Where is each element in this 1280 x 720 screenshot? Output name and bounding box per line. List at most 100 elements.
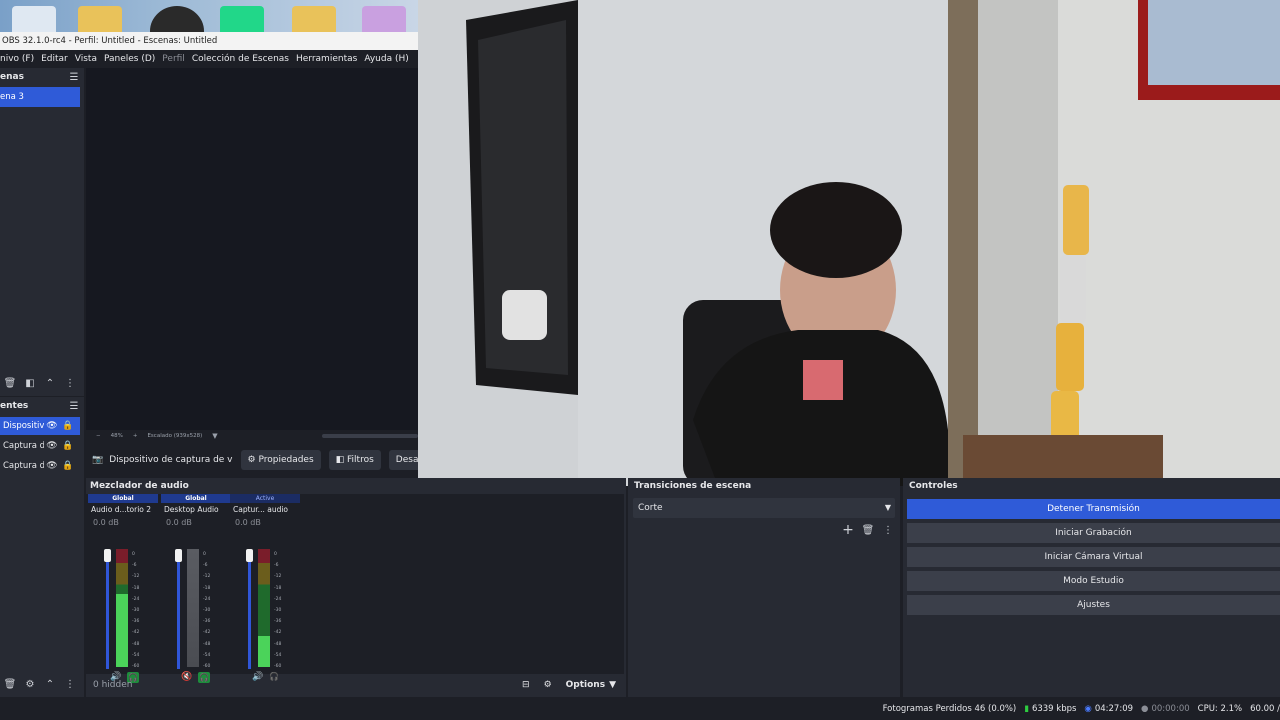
source-label: Captura d (3, 441, 44, 451)
folder-icon[interactable] (292, 6, 336, 32)
folder-icon[interactable] (78, 6, 122, 32)
eye-icon[interactable]: 👁 (44, 461, 60, 471)
preview-canvas[interactable] (86, 68, 418, 430)
layout-icon[interactable]: ⊟ (522, 680, 530, 690)
menu-edit[interactable]: Editar (41, 54, 68, 64)
bitrate: 6339 kbps (1031, 704, 1077, 714)
more-icon[interactable]: ⋮ (878, 522, 898, 538)
meter-scale: 0 -6 -12 -18 -24 -30 -36 -42 -48 -54 -60 (274, 549, 288, 672)
source-item[interactable]: Dispositiv 👁 🔒 (0, 417, 80, 435)
options-button[interactable]: Options (566, 680, 605, 690)
properties-label: Propiedades (258, 455, 314, 465)
meter-tick-label: -24 (274, 596, 282, 602)
audio-channel: Global Audio d...torio 2 0.0 dB 0 -6 -12 -1… (88, 494, 158, 683)
menu-view[interactable]: Vista (75, 54, 97, 64)
source-item[interactable]: Captura d 👁 🔒 (0, 457, 80, 475)
menu-help[interactable]: Ayuda (H) (364, 54, 408, 64)
source-label: Dispositiv (3, 421, 44, 431)
eye-icon[interactable]: 👁 (44, 441, 60, 451)
channel-tag: Global (161, 494, 231, 503)
chevron-up-icon[interactable]: ⌃ (40, 676, 60, 692)
lock-icon[interactable]: 🔒 (60, 421, 76, 431)
meter-tick-label: -48 (274, 641, 282, 647)
meter-tick-label: -60 (203, 663, 211, 669)
menu-docks[interactable]: Paneles (D) (104, 54, 155, 64)
volume-fader[interactable] (177, 551, 180, 669)
channel-name[interactable]: Captur... audio (230, 503, 300, 517)
obs-icon[interactable] (150, 6, 204, 32)
record-time: 00:00:00 (1151, 704, 1190, 714)
dock-menu-icon[interactable]: ☰ (64, 398, 84, 414)
menu-profile[interactable]: Perfil (162, 54, 185, 64)
meter-tick-label: -36 (132, 619, 140, 625)
start-recording-button[interactable]: Iniciar Grabación (907, 523, 1280, 543)
webcam-feed (418, 0, 1280, 486)
recycle-bin-icon[interactable] (12, 6, 56, 32)
meter-tick-label: 0 (274, 552, 277, 557)
pycharm-icon[interactable] (220, 6, 264, 32)
meter-tick-label: -12 (203, 574, 211, 580)
lock-icon[interactable]: 🔒 (60, 441, 76, 451)
properties-button[interactable]: ⚙ Propiedades (240, 450, 321, 470)
meter-tick-label: -12 (274, 574, 282, 580)
channel-name[interactable]: Audio d...torio 2 (88, 503, 158, 517)
menu-tools[interactable]: Herramientas (296, 54, 357, 64)
webcam-image (418, 0, 1280, 486)
menu-file[interactable]: nivo (F) (0, 54, 34, 64)
meter-tick-label: -30 (274, 607, 282, 613)
meter-scale: 0 -6 -12 -18 -24 -30 -36 -42 -48 -54 -60 (203, 549, 217, 672)
meter-tick-label: -48 (203, 641, 211, 647)
scaling-label: Escalado (939x528) (147, 433, 203, 439)
zoom-in-icon[interactable]: + (133, 433, 138, 439)
eye-icon[interactable]: 👁 (44, 421, 60, 431)
fader-handle[interactable] (246, 549, 253, 562)
filter-icon[interactable]: ◧ (20, 375, 40, 391)
chevron-down-icon: ▼ (884, 503, 891, 512)
meter-scale: 0 -6 -12 -18 -24 -30 -36 -42 -48 -54 -60 (132, 549, 146, 672)
studio-mode-button[interactable]: Modo Estudio (907, 571, 1280, 591)
meter-tick-label: -36 (203, 619, 211, 625)
app-icon[interactable] (362, 6, 406, 32)
transition-select[interactable]: Corte ▼ (633, 498, 895, 518)
trash-icon[interactable]: 🗑 (0, 375, 20, 391)
meter-tick-label: -60 (274, 663, 282, 669)
channel-name[interactable]: Desktop Audio (161, 503, 231, 517)
source-item[interactable]: Captura d 👁 🔒 (0, 437, 80, 455)
settings-button[interactable]: Ajustes (907, 595, 1280, 615)
chevron-up-icon[interactable]: ⌃ (40, 375, 60, 391)
lock-icon[interactable]: 🔒 (60, 461, 76, 471)
trash-icon[interactable]: 🗑 (0, 676, 20, 692)
trash-icon[interactable]: 🗑 (858, 522, 878, 538)
chevron-down-icon[interactable]: ▼ (609, 680, 616, 690)
meter-level-fill (264, 636, 270, 667)
filters-button[interactable]: ◧ Filtros (328, 450, 381, 470)
chevron-down-icon[interactable]: ▼ (212, 432, 217, 440)
status-bar: Fotogramas Perdidos 46 (0.0%) ▮ 6339 kbp… (0, 698, 1280, 720)
scenes-title: enas (0, 72, 24, 82)
zoom-out-icon[interactable]: − (96, 433, 101, 439)
fader-handle[interactable] (104, 549, 111, 562)
meter-tick-label: -60 (132, 663, 140, 669)
add-icon[interactable]: + (838, 522, 858, 538)
more-icon[interactable]: ⋮ (60, 676, 80, 692)
start-virtual-camera-button[interactable]: Iniciar Cámara Virtual (907, 547, 1280, 567)
gear-icon[interactable]: ⚙ (544, 680, 552, 690)
fader-handle[interactable] (175, 549, 182, 562)
sources-dock: entes ☰ Dispositiv 👁 🔒 Captura d 👁 🔒 Cap… (0, 397, 84, 697)
scene-item[interactable]: ena 3 (0, 87, 80, 107)
gear-icon[interactable]: ⚙ (20, 676, 40, 692)
menu-scene-collection[interactable]: Colección de Escenas (192, 54, 289, 64)
volume-fader[interactable] (106, 551, 109, 669)
mixer-title: Mezclador de audio (90, 481, 189, 491)
meter-level-fill (122, 593, 128, 667)
dock-menu-icon[interactable]: ☰ (64, 69, 84, 85)
volume-fader[interactable] (248, 551, 251, 669)
stop-streaming-button[interactable]: Detener Transmisión (907, 499, 1280, 519)
meter-tick-label: -54 (132, 652, 140, 658)
more-icon[interactable]: ⋮ (60, 375, 80, 391)
cpu-usage: CPU: 2.1% (1197, 704, 1243, 714)
gear-icon: ⚙ (247, 455, 259, 465)
horizontal-scrollbar[interactable] (322, 434, 418, 438)
stream-icon: ◉ (1084, 704, 1092, 714)
meter-tick-label: -42 (203, 630, 211, 636)
